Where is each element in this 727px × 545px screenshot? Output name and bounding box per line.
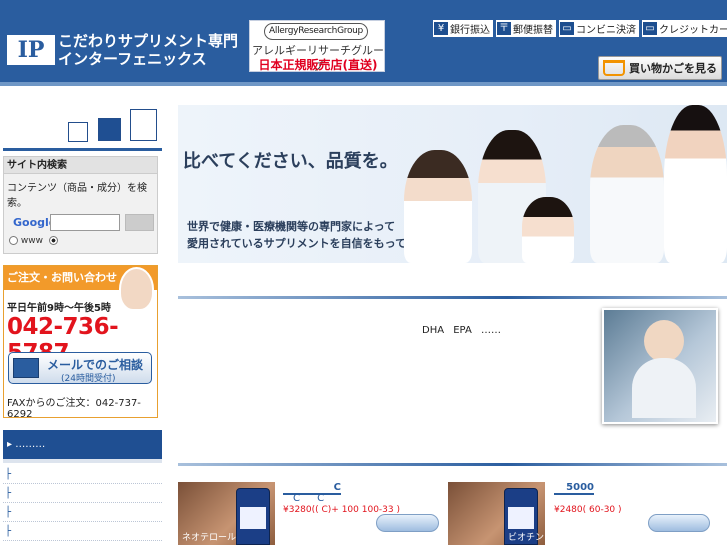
- family-photo-grandmother: [404, 150, 472, 263]
- category-link[interactable]: ├: [3, 522, 162, 541]
- hero-title: 比べてください、品質を。: [183, 151, 398, 172]
- contact-hours: 平日午前9時〜午後5時: [7, 303, 111, 314]
- search-heading: サイト内検索: [4, 157, 157, 174]
- store-icon: ▭: [560, 22, 574, 35]
- lab-photo: [602, 308, 718, 424]
- payment-label: 銀行振込: [450, 25, 490, 36]
- search-scope: www: [9, 236, 58, 246]
- tagline-line2: インターフェニックス: [58, 50, 207, 68]
- operator-photo: [119, 267, 154, 311]
- payment-post[interactable]: 〒郵便振替: [496, 20, 556, 37]
- intro-text: DHA EPA ……: [422, 325, 501, 336]
- product-title[interactable]: 5000: [554, 482, 594, 495]
- search-input[interactable]: [50, 214, 120, 231]
- post-icon: 〒: [497, 22, 511, 35]
- category-header[interactable]: ▸ ………: [3, 430, 162, 459]
- sidebar-top-rule: [3, 148, 162, 151]
- family-photo-father: [664, 105, 727, 263]
- payment-store[interactable]: ▭ コンビニ決済: [559, 20, 639, 37]
- cart-label: 買い物かごを見る: [629, 62, 717, 75]
- contact-fax: FAXからのご注文：042-737-6292: [7, 398, 141, 420]
- card-icon: ▭: [643, 22, 657, 35]
- brand-badge[interactable]: AllergyResearchGroup アレルギーリサーチグループ 日本正規販…: [249, 20, 385, 73]
- product-image-label: ネオテロール: [182, 533, 237, 543]
- site-search-box: サイト内検索 コンテンツ（商品・成分）を検索。 Google www: [3, 156, 158, 254]
- payment-label: 郵便振替: [513, 25, 553, 36]
- site-tagline: こだわりサプリメント専門 インターフェニックス: [58, 32, 238, 68]
- search-button[interactable]: [125, 214, 154, 231]
- category-link[interactable]: ├: [3, 503, 162, 522]
- mail-consult-sub: (24時間受付): [61, 374, 116, 384]
- font-medium-button[interactable]: [98, 118, 121, 141]
- product-image[interactable]: ネオテロール: [178, 482, 275, 545]
- contact-box: ご注文・お問い合わせ 平日午前9時〜午後5時 042-736-5787 メールで…: [3, 265, 158, 420]
- payment-bank[interactable]: ¥ 銀行振込: [433, 20, 493, 37]
- envelope-icon: [13, 358, 39, 378]
- product-detail-button[interactable]: [648, 514, 710, 532]
- radio-site-option[interactable]: [48, 236, 58, 246]
- product-bottle: [236, 488, 270, 545]
- payment-card[interactable]: ▭クレジットカード決済: [642, 20, 727, 37]
- site-header: IP こだわりサプリメント専門 インターフェニックス AllergyResear…: [0, 0, 727, 86]
- cart-button[interactable]: 買い物かごを見る: [598, 56, 722, 80]
- yen-icon: ¥: [434, 22, 448, 35]
- section-divider: [178, 296, 727, 299]
- font-small-button[interactable]: [68, 122, 88, 142]
- radio-www-option[interactable]: www: [9, 236, 43, 246]
- product-image-label: ビオチン: [508, 533, 545, 543]
- product-subtitle: C C: [293, 493, 325, 504]
- section-divider: [178, 463, 727, 466]
- product-image[interactable]: ビオチン: [448, 482, 545, 545]
- search-description: コンテンツ（商品・成分）を検索。: [7, 183, 147, 209]
- product-detail-button[interactable]: [376, 514, 439, 532]
- brand-pill: AllergyResearchGroup: [264, 23, 368, 40]
- family-photo-grandfather: [590, 125, 664, 263]
- mail-consult-button[interactable]: メールでのご相談 (24時間受付): [8, 352, 152, 384]
- font-large-button[interactable]: [130, 109, 157, 141]
- radio-icon: [9, 236, 18, 245]
- category-link[interactable]: ├: [3, 465, 162, 484]
- hero-banner[interactable]: 比べてください、品質を。 世界で健康・医療機関等の専門家によって 愛用されている…: [178, 105, 727, 263]
- payment-label: クレジットカード決済: [659, 25, 727, 36]
- radio-checked-icon: [48, 236, 58, 245]
- family-photo-child: [522, 197, 574, 263]
- category-subbar: [3, 459, 162, 463]
- payment-label: コンビニ決済: [576, 25, 636, 36]
- brand-dealer: 日本正規販売店(直送): [258, 58, 378, 72]
- tagline-line1: こだわりサプリメント専門: [58, 32, 239, 50]
- logo[interactable]: IP: [7, 35, 55, 65]
- cart-icon: [603, 60, 625, 76]
- product-price: ¥2480( 60-30 ): [554, 505, 622, 515]
- category-links: ├ ├ ├ ├: [3, 465, 162, 541]
- payment-methods: ¥銀行振込 〒郵便振替 ▭コンビニ決済 ▭クレジットカード決済: [433, 20, 727, 37]
- category-link[interactable]: ├: [3, 484, 162, 503]
